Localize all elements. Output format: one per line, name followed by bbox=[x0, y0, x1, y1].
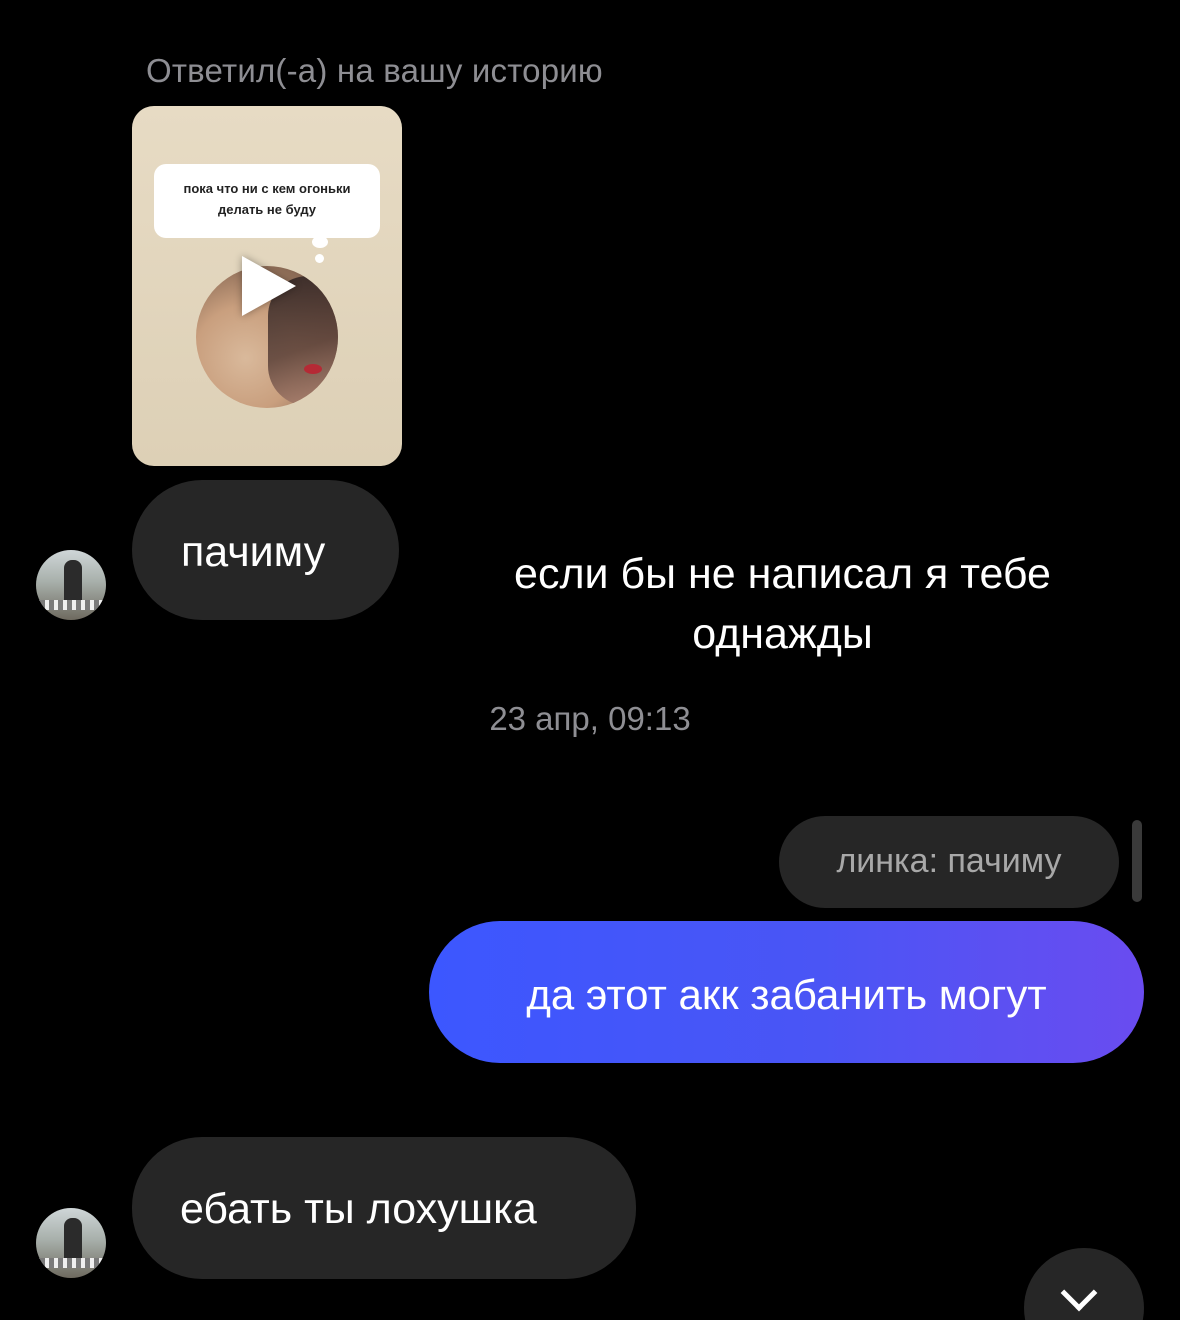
avatar[interactable] bbox=[36, 1208, 106, 1278]
story-preview-card[interactable]: пока что ни с кем огоньки делать не буду bbox=[132, 106, 402, 466]
play-icon[interactable] bbox=[242, 256, 296, 316]
reply-indicator-bar bbox=[1132, 820, 1142, 902]
avatar[interactable] bbox=[36, 550, 106, 620]
avatar-railing bbox=[36, 600, 106, 610]
story-reply-label: Ответил(-а) на вашу историю bbox=[146, 52, 603, 89]
thought-bubble-dot bbox=[312, 236, 328, 248]
message-timestamp: 23 апр, 09:13 bbox=[489, 700, 691, 737]
message-bubble-sent[interactable]: да этот акк забанить могут bbox=[429, 921, 1144, 1063]
scroll-to-bottom-button[interactable] bbox=[1024, 1248, 1144, 1320]
avatar-railing bbox=[36, 1258, 106, 1268]
thumbnail-detail bbox=[304, 364, 322, 374]
reply-quote[interactable]: линка: пачиму bbox=[779, 816, 1119, 908]
message-bubble-received[interactable]: пачиму bbox=[132, 480, 399, 620]
story-caption: пока что ни с кем огоньки делать не буду bbox=[154, 164, 380, 238]
avatar-figure bbox=[64, 1218, 82, 1262]
chevron-down-icon bbox=[1060, 1274, 1098, 1312]
thought-bubble-dot bbox=[315, 254, 324, 263]
message-bubble-received[interactable]: ебать ты лохушка bbox=[132, 1137, 636, 1279]
chat-screen: Ответил(-а) на вашу историю пока что ни … bbox=[0, 0, 1180, 1320]
avatar-figure bbox=[64, 560, 82, 604]
overlay-caption: если бы не написал я тебе однажды bbox=[514, 550, 1051, 658]
